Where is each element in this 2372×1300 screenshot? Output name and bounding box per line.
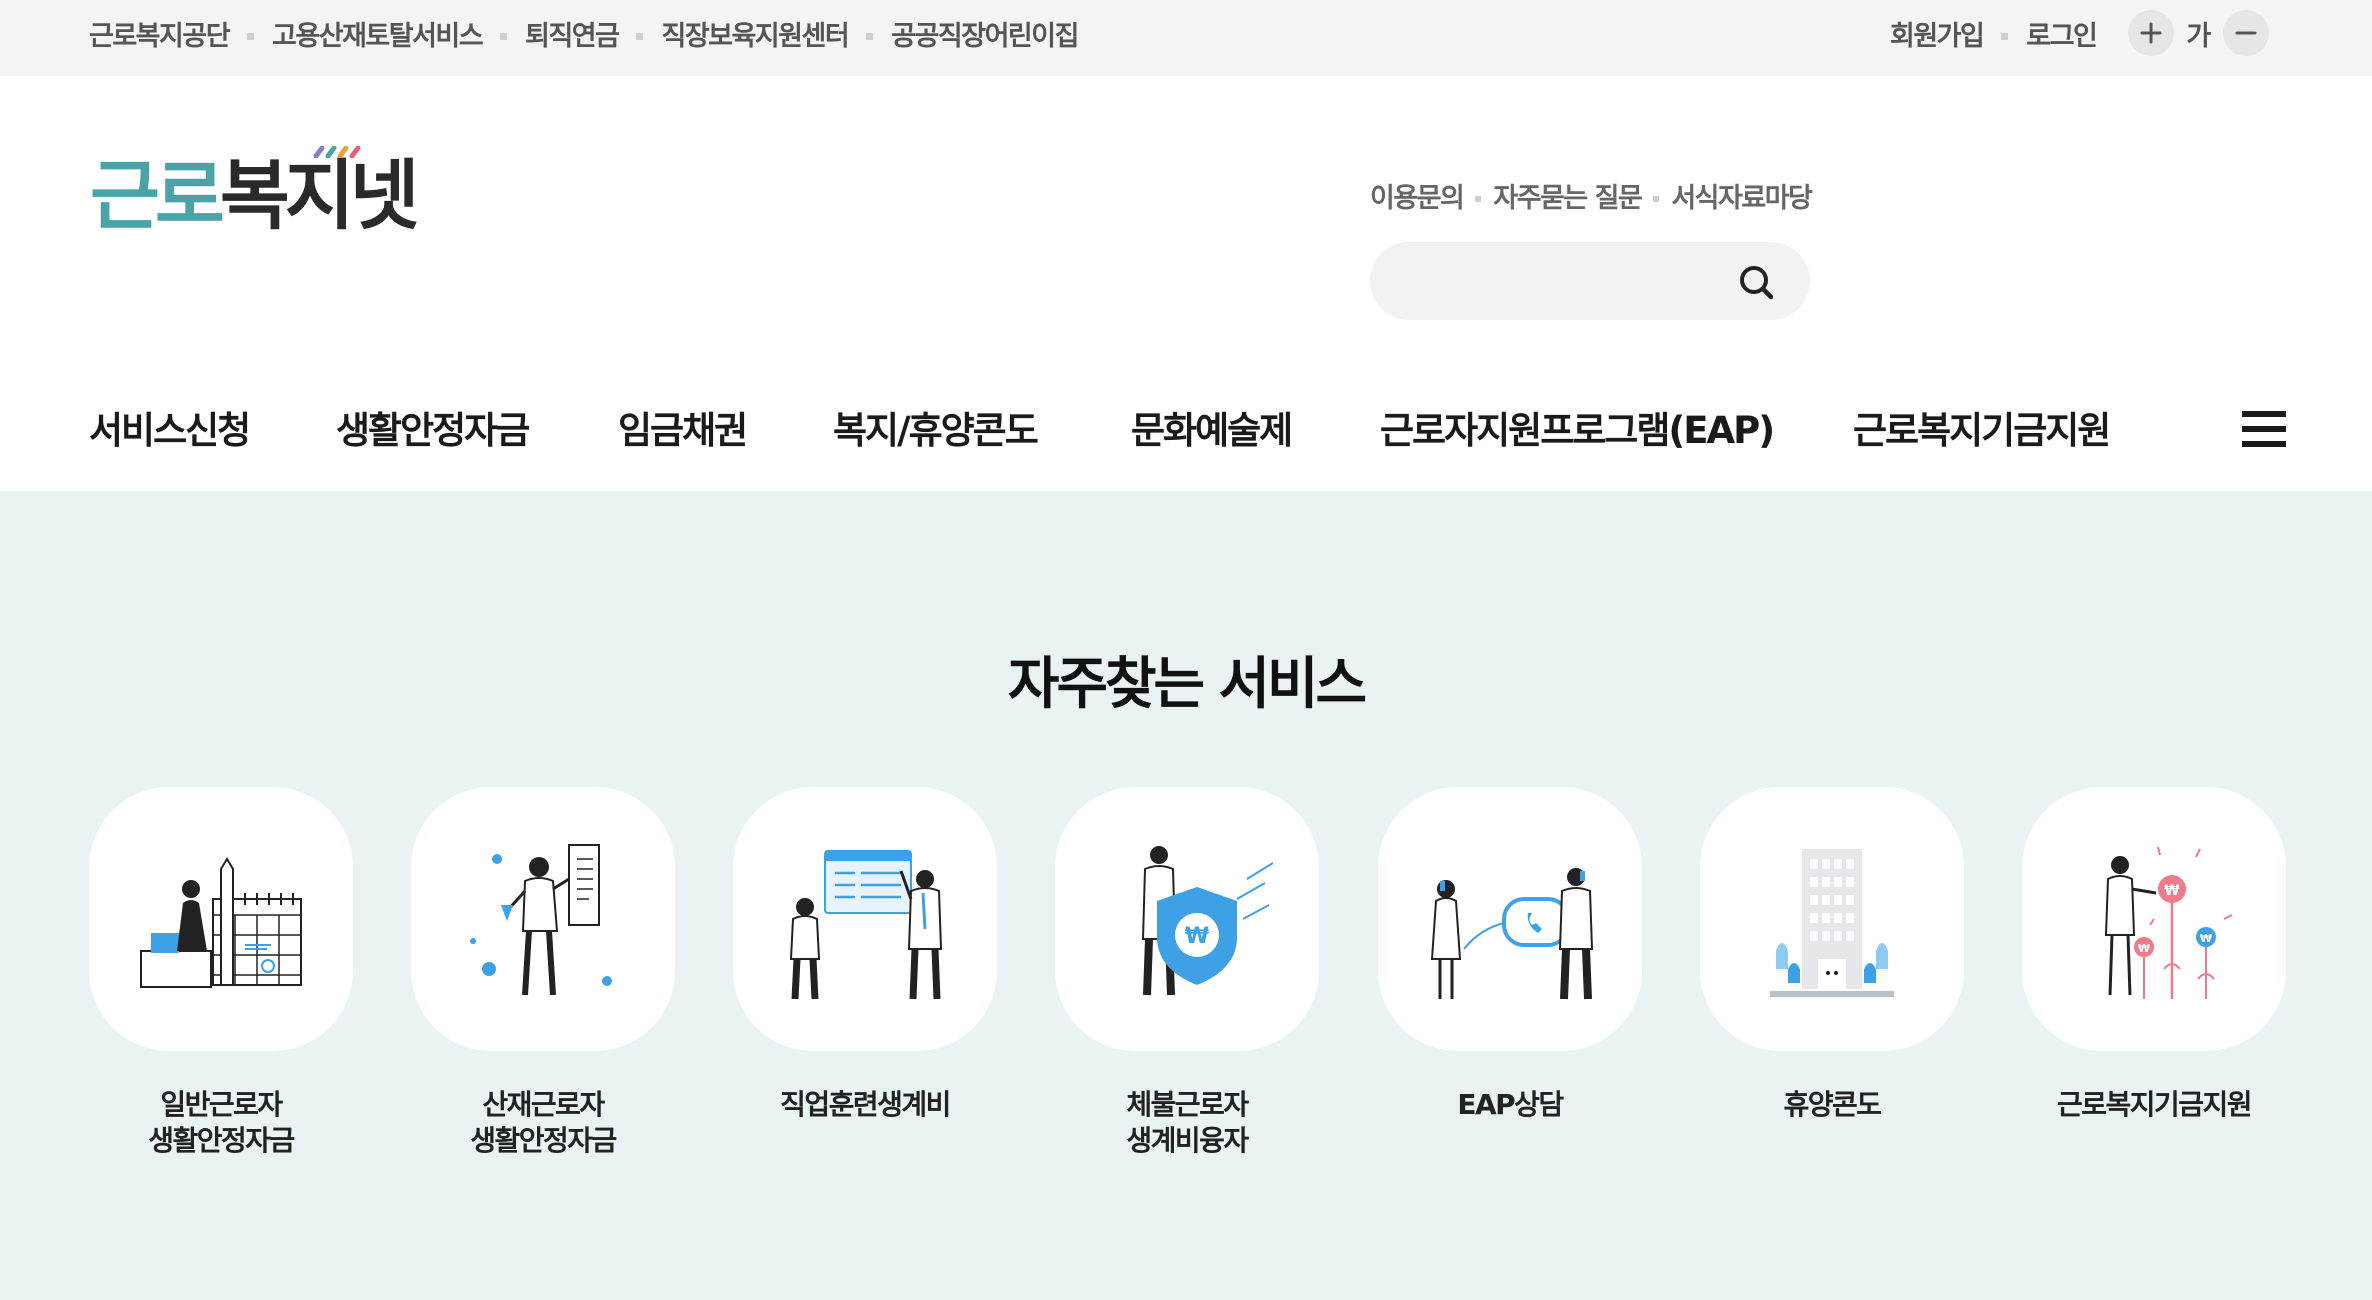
service-label: 일반근로자 생활안정자금	[89, 1087, 353, 1159]
site-link-daycare[interactable]: 공공직장어린이집	[891, 14, 1079, 53]
service-icon-box	[411, 787, 675, 1051]
service-label: 휴양콘도	[1700, 1087, 1964, 1123]
svg-text:₩: ₩	[1185, 924, 1209, 949]
utility-bar: 근로복지공단 고용산재토탈서비스 퇴직연금 직장보육지원센터 공공직장어린이집 …	[0, 0, 2372, 76]
service-item-training-living-cost[interactable]: 직업훈련생계비	[733, 787, 997, 1123]
search-button[interactable]	[1730, 256, 1784, 310]
service-label-line2: 생활안정자금	[148, 1124, 295, 1157]
service-label: 산재근로자 생활안정자금	[411, 1087, 675, 1159]
service-label: 체불근로자 생계비융자	[1055, 1087, 1319, 1159]
service-item-injured-living-fund[interactable]: 산재근로자 생활안정자금	[411, 787, 675, 1159]
user-links: 회원가입 로그인 가	[1890, 0, 2270, 66]
service-label-line2: 생활안정자금	[470, 1124, 617, 1157]
service-icon-box	[733, 787, 997, 1051]
svg-text:₩: ₩	[2164, 883, 2180, 899]
service-label: 근로복지기금지원	[2022, 1087, 2286, 1123]
separator	[1653, 195, 1660, 202]
service-icon-box: ₩ ₩ ₩	[2022, 787, 2286, 1051]
login-link[interactable]: 로그인	[2026, 14, 2098, 53]
nav-item-welfare-fund[interactable]: 근로복지기금지원	[1853, 400, 2111, 454]
service-label-line1: EAP상담	[1457, 1088, 1564, 1121]
service-item-resort-condo[interactable]: 휴양콘도	[1700, 787, 1964, 1123]
search-icon	[1740, 266, 1774, 300]
zoom-label: 가	[2186, 20, 2212, 52]
header-util-links: 이용문의 자주묻는 질문 서식자료마당	[1370, 176, 1813, 215]
calendar-worker-icon	[140, 857, 302, 988]
forms-link[interactable]: 서식자료마당	[1671, 176, 1813, 215]
service-label-line1: 직업훈련생계비	[780, 1088, 951, 1121]
inquiry-link[interactable]: 이용문의	[1370, 176, 1465, 215]
service-icon-box	[89, 787, 353, 1051]
service-icon-box	[1378, 787, 1642, 1051]
svg-text:₩: ₩	[2200, 932, 2212, 945]
section-title: 자주찾는 서비스	[1007, 652, 1367, 717]
nav-item-wage-claim[interactable]: 임금채권	[618, 400, 748, 454]
service-label-line1: 체불근로자	[1126, 1088, 1249, 1121]
fund-flower-icon: ₩ ₩ ₩	[2104, 846, 2233, 999]
phone-counseling-icon	[1430, 868, 1594, 1000]
menu-button[interactable]	[2242, 409, 2286, 449]
separator	[866, 32, 874, 40]
family-site-links: 근로복지공단 고용산재토탈서비스 퇴직연금 직장보육지원센터 공공직장어린이집	[89, 0, 1079, 66]
search-input[interactable]	[1400, 260, 1730, 302]
nav-item-living-fund[interactable]: 생활안정자금	[336, 400, 530, 454]
site-link-childcare-center[interactable]: 직장보육지원센터	[661, 14, 849, 53]
logo-text-dark: 복지넷	[219, 151, 420, 240]
nav-item-art-festival[interactable]: 문화예술제	[1131, 400, 1293, 454]
document-worker-icon	[470, 844, 612, 996]
hamburger-menu-icon	[2242, 411, 2286, 447]
separator	[2001, 32, 2009, 40]
signup-link[interactable]: 회원가입	[1890, 14, 1985, 53]
separator	[247, 32, 255, 40]
plus-icon	[2140, 22, 2162, 44]
faq-link[interactable]: 자주묻는 질문	[1493, 176, 1642, 215]
service-label: EAP상담	[1378, 1087, 1642, 1123]
logo-color-stripes-icon	[313, 146, 361, 158]
won-shield-icon: ₩	[1141, 846, 1274, 996]
service-label-line1: 산재근로자	[482, 1088, 605, 1121]
condo-building-icon	[1770, 849, 1894, 997]
service-label-line1: 근로복지기금지원	[2056, 1088, 2253, 1121]
service-label-line1: 일반근로자	[160, 1088, 283, 1121]
service-item-general-living-fund[interactable]: 일반근로자 생활안정자금	[89, 787, 353, 1159]
logo-text-teal: 근로	[90, 151, 225, 240]
nav-item-eap[interactable]: 근로자지원프로그램(EAP)	[1380, 400, 1775, 454]
service-label-line1: 휴양콘도	[1783, 1088, 1882, 1121]
service-item-welfare-fund-support[interactable]: ₩ ₩ ₩ 근로복지기금지원	[2022, 787, 2286, 1123]
training-board-icon	[789, 850, 943, 1000]
site-link-total-service[interactable]: 고용산재토탈서비스	[272, 14, 484, 53]
separator	[500, 32, 508, 40]
service-item-unpaid-worker-loan[interactable]: ₩ 체불근로자 생계비융자	[1055, 787, 1319, 1159]
site-logo[interactable]: 근로 복지넷	[90, 146, 420, 240]
service-label: 직업훈련생계비	[733, 1087, 997, 1123]
minus-icon	[2235, 31, 2257, 35]
separator	[1475, 195, 1482, 202]
site-link-comwel[interactable]: 근로복지공단	[89, 14, 231, 53]
nav-item-welfare-condo[interactable]: 복지/휴양콘도	[833, 400, 1039, 454]
service-icon-box: ₩	[1055, 787, 1319, 1051]
site-link-pension[interactable]: 퇴직연금	[525, 14, 620, 53]
service-item-eap-counseling[interactable]: EAP상담	[1378, 787, 1642, 1123]
nav-item-service-apply[interactable]: 서비스신청	[89, 400, 251, 454]
service-label-line2: 생계비융자	[1126, 1124, 1249, 1157]
frequent-services-section: 자주찾는 서비스 일반근로자 생활안정자금 산재근로자 생활안정자금 직업훈련생…	[0, 491, 2372, 1300]
zoom-out-button[interactable]	[2223, 10, 2270, 56]
zoom-in-button[interactable]	[2128, 10, 2175, 56]
main-navigation: 서비스신청 생활안정자금 임금채권 복지/휴양콘도 문화예술제 근로자지원프로그…	[0, 380, 2372, 490]
service-icon-box	[1700, 787, 1964, 1051]
separator	[636, 32, 644, 40]
svg-text:₩: ₩	[2138, 942, 2150, 955]
